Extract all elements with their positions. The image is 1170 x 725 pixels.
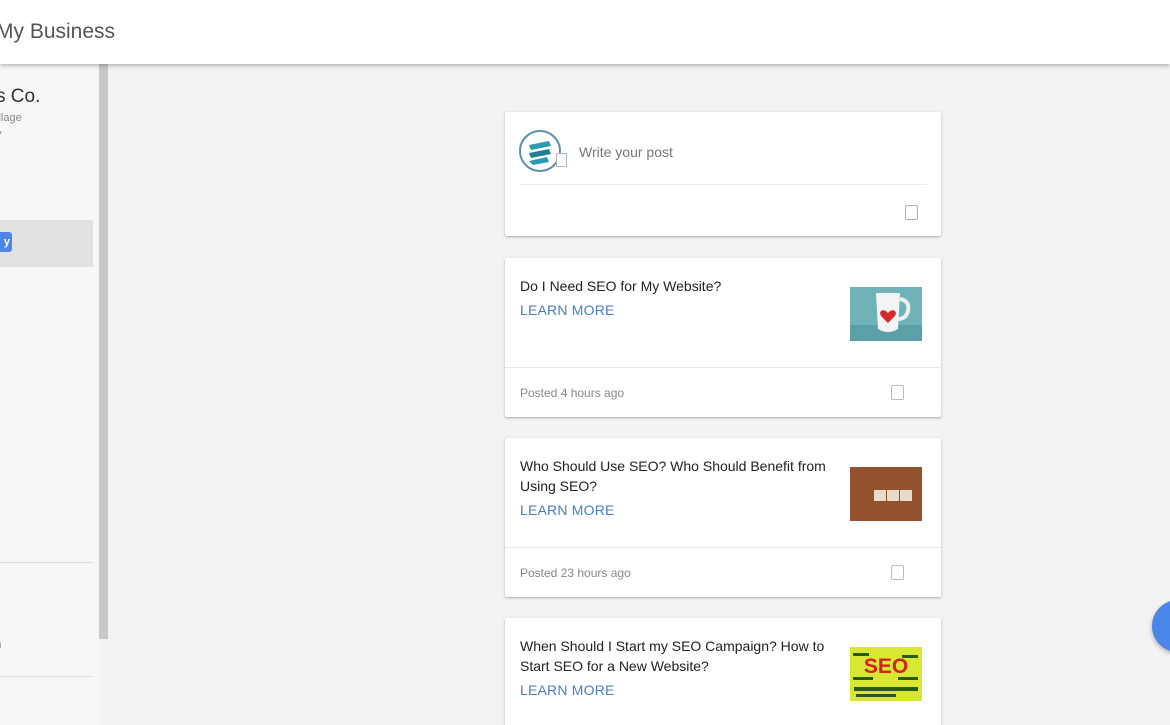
top-app-bar: My Business bbox=[0, 0, 1170, 64]
post-footer-divider bbox=[505, 367, 941, 368]
post-title: Do I Need SEO for My Website? bbox=[520, 278, 722, 294]
company-logo-icon bbox=[519, 130, 561, 172]
sidebar-divider bbox=[0, 562, 93, 563]
post-card: Who Should Use SEO? Who Should Benefit f… bbox=[505, 438, 941, 597]
thumbnail-seo-text: SEO bbox=[864, 655, 908, 678]
learn-more-link[interactable]: LEARN MORE bbox=[520, 682, 615, 698]
profile-badge-icon bbox=[556, 153, 567, 167]
business-address-line2: y bbox=[0, 128, 2, 140]
sidebar: s Co. illage y y n bbox=[0, 64, 100, 725]
app-title: My Business bbox=[0, 20, 116, 43]
sidebar-item-label[interactable]: n bbox=[0, 636, 1, 651]
mug-image bbox=[850, 287, 922, 341]
photo-icon[interactable] bbox=[905, 205, 918, 220]
sidebar-item-selected[interactable]: y bbox=[0, 220, 93, 267]
more-icon[interactable] bbox=[891, 565, 904, 580]
learn-more-link[interactable]: LEARN MORE bbox=[520, 502, 615, 518]
post-timestamp: Posted 23 hours ago bbox=[520, 566, 631, 580]
post-card: Do I Need SEO for My Website? LEARN MORE… bbox=[505, 258, 941, 417]
seo-word-cloud-image: SEO bbox=[850, 647, 922, 701]
post-footer-divider bbox=[505, 547, 941, 548]
post-timestamp: Posted 4 hours ago bbox=[520, 386, 625, 400]
post-composer[interactable]: Write your post bbox=[505, 112, 941, 236]
post-card: When Should I Start my SEO Campaign? How… bbox=[505, 618, 941, 725]
write-post-input[interactable]: Write your post bbox=[579, 144, 673, 160]
more-icon[interactable] bbox=[891, 385, 904, 400]
post-title: When Should I Start my SEO Campaign? How… bbox=[520, 638, 825, 674]
sidebar-new-badge: y bbox=[0, 232, 12, 252]
add-post-icon[interactable] bbox=[1152, 600, 1170, 652]
business-address: illage bbox=[0, 112, 22, 124]
learn-more-link[interactable]: LEARN MORE bbox=[520, 302, 615, 318]
sidebar-divider bbox=[0, 676, 93, 677]
seo-tiles-image bbox=[850, 467, 922, 521]
business-name: s Co. bbox=[0, 86, 41, 107]
sidebar-scrollbar[interactable] bbox=[99, 64, 108, 639]
post-title: Who Should Use SEO? Who Should Benefit f… bbox=[520, 458, 826, 494]
composer-divider bbox=[519, 184, 927, 185]
